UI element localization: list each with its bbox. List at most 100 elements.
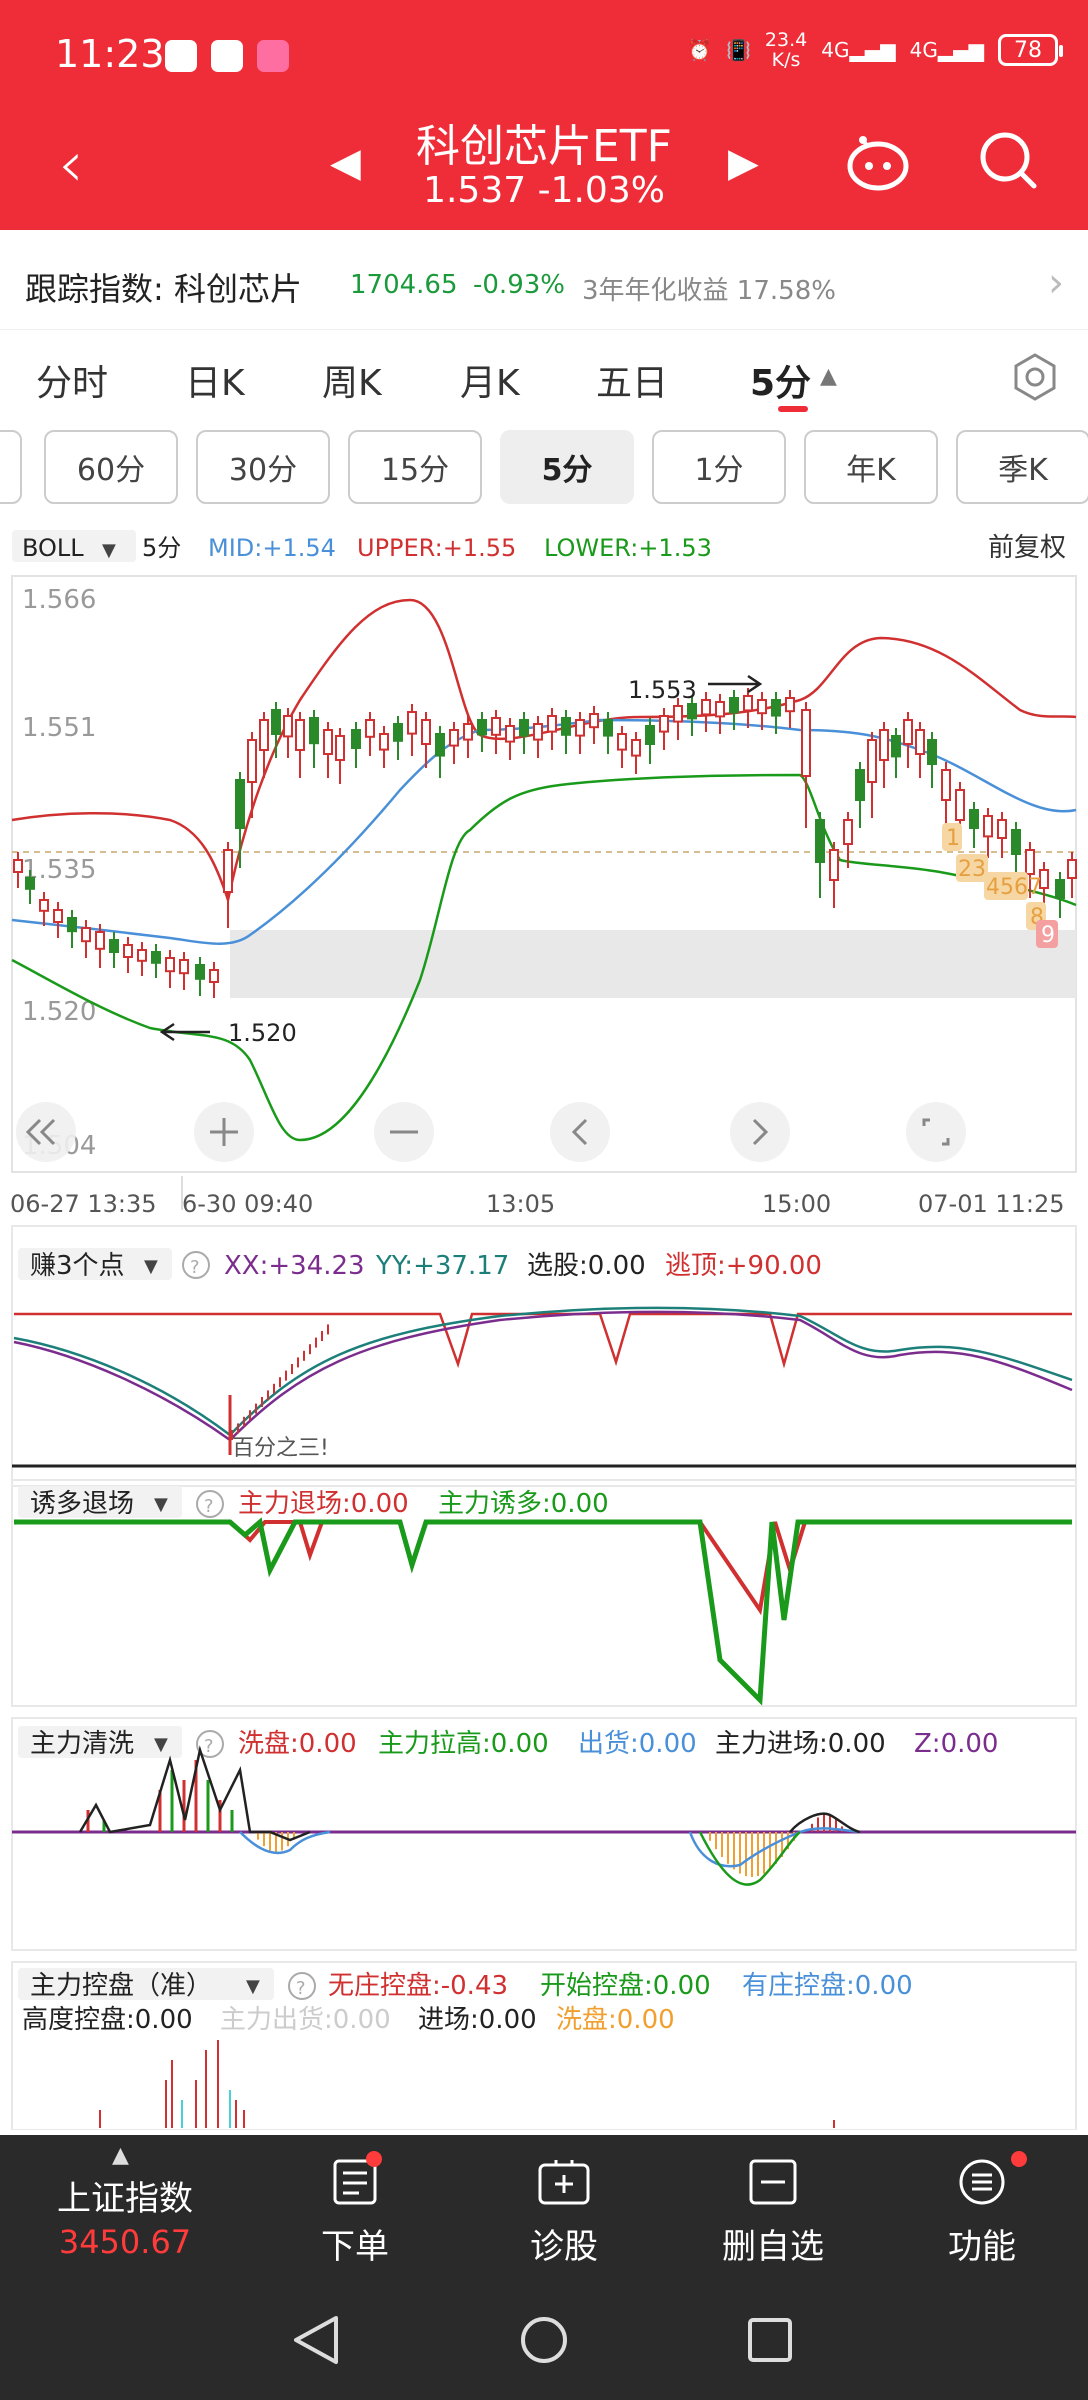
boll-name: BOLL: [22, 534, 84, 562]
chevron-right-icon[interactable]: ›: [1048, 260, 1064, 306]
ind4-start: 开始控盘:0.00: [540, 1971, 711, 2001]
nav-diagnose[interactable]: 诊股: [489, 2157, 639, 2268]
tab-month-k[interactable]: 月K: [460, 354, 520, 406]
system-back-icon[interactable]: [294, 2316, 338, 2364]
nav-remove-watchlist[interactable]: 删自选: [698, 2157, 848, 2268]
ind3-ship: 出货:0.00: [578, 1729, 697, 1759]
ind1-top-line: [14, 1312, 1072, 1369]
indicator3-name: 主力清洗: [30, 1729, 134, 1759]
ind4-high: 高度控盘:0.00: [22, 2005, 193, 2035]
alarm-icon: ⏰: [687, 38, 712, 62]
app-header: ‹ ◀ 科创芯片ETF 1.537 -1.03% ▶: [0, 110, 1088, 230]
tracking-change: -0.93%: [473, 270, 565, 300]
period-15min[interactable]: 15分: [348, 430, 482, 504]
tab-5min[interactable]: 5分: [750, 354, 811, 406]
seq-tag: 23: [958, 857, 986, 882]
caret-down-icon: ▼: [154, 1734, 168, 1755]
caret-up-icon[interactable]: ▲: [112, 2143, 129, 2168]
caret-down-icon: ▼: [154, 1494, 168, 1515]
boll-mid: MID:+1.54: [208, 534, 336, 562]
kline-chart[interactable]: BOLL ▼ 5分 MID:+1.54 UPPER:+1.55 LOWER:+1…: [0, 520, 1088, 2131]
ind3-pull: 主力拉高:0.00: [378, 1729, 549, 1759]
caret-down-icon: ▼: [102, 540, 116, 561]
arrow-left-icon: [159, 1022, 210, 1042]
ind3-bars: [86, 1760, 843, 1877]
period-year-k[interactable]: 年K: [804, 430, 938, 504]
main-chart-frame: [11, 575, 1077, 1173]
system-nav-bar: [0, 2270, 1088, 2400]
tab-five-day[interactable]: 五日: [596, 354, 668, 406]
high-annotation: 1.553: [628, 676, 697, 704]
period-1min[interactable]: 1分: [652, 430, 786, 504]
period-30min[interactable]: 30分: [196, 430, 330, 504]
seq-tag: 9: [1041, 923, 1055, 948]
scroll-right-button[interactable]: [730, 1102, 790, 1162]
chart-area[interactable]: BOLL ▼ 5分 MID:+1.54 UPPER:+1.55 LOWER:+1…: [0, 520, 1088, 2131]
low-annotation: 1.520: [228, 1019, 297, 1047]
price-axis-label: 1.520: [22, 997, 96, 1027]
fullscreen-button[interactable]: [906, 1102, 966, 1162]
price-axis-label: 1.551: [22, 713, 96, 743]
annual-return: 3年年化收益 17.58%: [582, 276, 836, 306]
chart-type-tabs: 分时 日K 周K 月K 五日 5分 ▲: [0, 340, 1088, 420]
period-60min[interactable]: 60分: [44, 430, 178, 504]
ind1-note: 百分之三!: [232, 1436, 329, 1461]
time-axis-label: 15:00: [762, 1190, 831, 1218]
ind2-exit: 主力退场:0.00: [238, 1489, 409, 1519]
price-axis-label: 1.566: [22, 585, 96, 615]
scroll-start-button[interactable]: [16, 1102, 76, 1162]
tab-day-k[interactable]: 日K: [185, 354, 245, 406]
scroll-left-button[interactable]: [550, 1102, 610, 1162]
period-5min[interactable]: 5分: [500, 430, 634, 504]
vibrate-icon: 📳: [726, 38, 751, 62]
ind4-wash: 洗盘:0.00: [556, 2005, 675, 2035]
index-value: 3450.67: [58, 2223, 192, 2261]
seq-tag: 1: [946, 826, 960, 851]
robot-assistant-icon[interactable]: [845, 132, 911, 192]
notification-dot: [366, 2151, 382, 2167]
period-partial[interactable]: [0, 430, 22, 504]
system-home-icon[interactable]: [521, 2317, 567, 2363]
search-icon[interactable]: [978, 130, 1038, 190]
nav-functions[interactable]: 功能: [907, 2157, 1057, 2268]
net-speed: 23.4 K/s: [764, 29, 808, 71]
tracking-value: 1704.65: [350, 270, 458, 300]
diagnose-icon: [538, 2160, 590, 2205]
app-notification-icon: [165, 40, 197, 72]
active-tab-indicator: [778, 406, 808, 412]
svg-text:?: ?: [204, 1736, 214, 1757]
adjust-mode[interactable]: 前复权: [988, 533, 1066, 563]
svg-text:?: ?: [204, 1496, 214, 1517]
ind3-wash: 洗盘:0.00: [238, 1729, 357, 1759]
boll-lower: LOWER:+1.53: [544, 534, 712, 562]
bottom-nav: ▲ 上证指数 3450.67 下单 诊股 删自选 功能: [0, 2135, 1088, 2270]
app-notification-icon: [257, 40, 289, 72]
time-axis-label: 06-27 13:35: [10, 1190, 157, 1218]
ind3-z: Z:0.00: [914, 1729, 998, 1759]
remove-icon: [749, 2159, 797, 2205]
system-recents-icon[interactable]: [748, 2318, 792, 2362]
caret-up-icon: ▲: [820, 364, 837, 389]
indicator1-name: 赚3个点: [30, 1251, 125, 1281]
notification-icons: [165, 40, 289, 72]
ind1-top: 逃顶:+90.00: [665, 1251, 822, 1281]
arrow-right-icon: [708, 674, 763, 694]
notification-dot: [1011, 2151, 1027, 2167]
page-title: 科创芯片ETF: [416, 121, 672, 172]
ind4-none: 无庄控盘:-0.43: [328, 1971, 508, 2001]
ind1-pick: 选股:0.00: [527, 1251, 646, 1281]
period-season-k[interactable]: 季K: [956, 430, 1088, 504]
index-name[interactable]: 上证指数: [0, 2171, 250, 2220]
next-stock-button[interactable]: ▶: [728, 140, 759, 186]
status-right: ⏰ 📳 23.4 K/s 4G▂▄▆ 4G▂▄▆ 78: [687, 29, 1063, 71]
boll-upper: UPPER:+1.55: [357, 534, 516, 562]
period-selector: 60分 30分 15分 5分 1分 年K 季K: [0, 430, 1088, 510]
tab-week-k[interactable]: 周K: [322, 354, 382, 406]
menu-icon: [959, 2159, 1005, 2205]
nav-order[interactable]: 下单: [280, 2157, 430, 2268]
seq-tag: 4567: [986, 875, 1042, 900]
tracking-index-bar[interactable]: 跟踪指数: 科创芯片 1704.65 -0.93% 3年年化收益 17.58% …: [0, 238, 1088, 330]
ind1-xx: XX:+34.23: [224, 1251, 365, 1281]
settings-icon[interactable]: [1010, 352, 1060, 402]
tab-intraday[interactable]: 分时: [36, 354, 108, 406]
